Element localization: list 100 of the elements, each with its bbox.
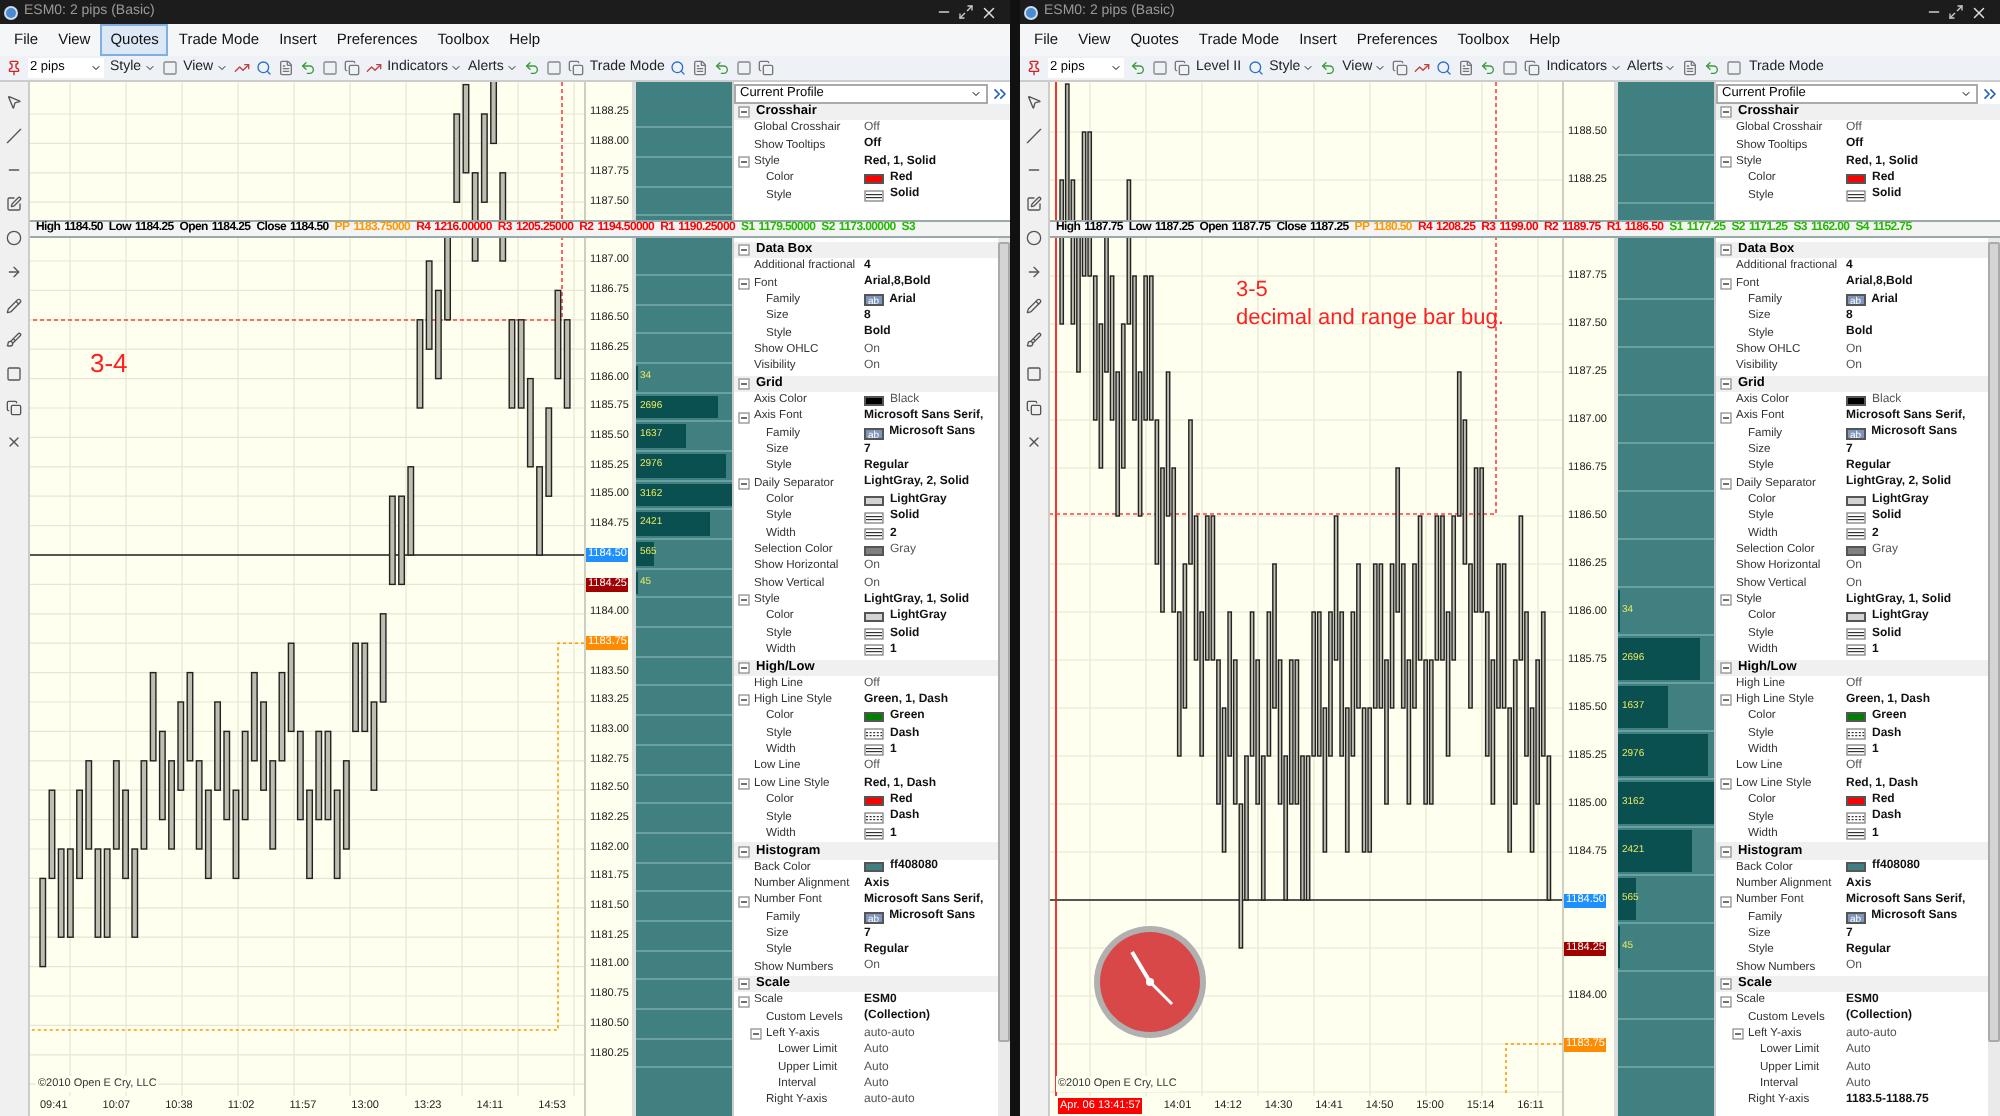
caret-icon [1302,62,1315,74]
document-icon[interactable] [1682,60,1699,76]
magnifier-icon[interactable] [1247,60,1264,76]
collapse-icon[interactable] [738,895,750,908]
line-style-icon [864,728,884,741]
close-icon[interactable] [6,434,22,450]
undo-icon[interactable] [299,60,316,76]
line-style-icon [1846,811,1866,824]
copy-icon[interactable] [1524,60,1541,76]
copy-icon[interactable] [343,60,360,76]
collapse-icon[interactable] [1720,594,1732,607]
caret-icon [1609,62,1622,74]
pointer-icon[interactable] [1026,94,1042,110]
collapse-icon[interactable] [750,1028,762,1041]
collapse-icon[interactable] [738,778,750,791]
magnifier-icon[interactable] [670,60,687,76]
ellipse-icon[interactable] [6,230,22,246]
copy-icon[interactable] [1392,60,1409,76]
rectangle-icon[interactable] [6,366,22,382]
copy-icon[interactable] [1026,400,1042,416]
chart-icon[interactable] [233,60,250,76]
collapse-icon[interactable] [1720,377,1732,390]
magnifier-icon[interactable] [1436,60,1453,76]
brush-icon[interactable] [1026,332,1042,348]
pin-icon[interactable] [1026,60,1042,76]
chart-icon[interactable] [365,60,382,76]
collapse-icon[interactable] [738,694,750,707]
undo-icon[interactable] [1130,60,1146,76]
collapse-icon[interactable] [1720,845,1732,858]
expand-panel-icon[interactable] [990,83,1010,103]
magnifier-icon[interactable] [255,60,272,76]
collapse-icon[interactable] [738,377,750,390]
scrollbar[interactable] [998,238,1010,1116]
caret-icon [1110,62,1122,74]
caret-icon [90,62,102,74]
pencil-icon[interactable] [1026,298,1042,314]
pointer-icon[interactable] [6,94,22,110]
collapse-icon[interactable] [1720,277,1732,290]
line-style-icon [1846,828,1866,841]
collapse-icon[interactable] [738,106,750,119]
document-icon[interactable] [277,60,294,76]
copy-icon[interactable] [1174,60,1190,76]
ellipse-icon[interactable] [1026,230,1042,246]
collapse-icon[interactable] [1720,244,1732,257]
collapse-icon[interactable] [1720,978,1732,991]
copy-icon[interactable] [758,60,775,76]
collapse-icon[interactable] [738,477,750,490]
collapse-icon[interactable] [738,845,750,858]
brush-icon[interactable] [6,332,22,348]
collapse-icon[interactable] [1720,477,1732,490]
collapse-icon[interactable] [1720,694,1732,707]
maximize-icon[interactable] [958,4,974,20]
note-icon[interactable] [1026,196,1042,212]
pin-icon[interactable] [6,60,22,76]
undo-icon[interactable] [1704,60,1721,76]
pencil-icon[interactable] [6,298,22,314]
collapse-icon[interactable] [738,594,750,607]
line-tool-icon[interactable] [1026,128,1042,144]
collapse-icon[interactable] [738,661,750,674]
session-line [1055,82,1057,220]
scrollbar[interactable] [1988,238,2000,1116]
maximize-icon[interactable] [1948,4,1964,20]
copy-icon[interactable] [6,400,22,416]
caret-icon [1664,62,1677,74]
line-style-icon [864,189,884,202]
copy-icon[interactable] [567,60,584,76]
collapse-icon[interactable] [738,244,750,257]
document-icon[interactable] [1458,60,1475,76]
undo-icon[interactable] [1320,60,1337,76]
collapse-icon[interactable] [738,978,750,991]
collapse-icon[interactable] [1720,995,1732,1008]
chart-note: 3-5 [1236,278,1270,306]
line-tool-icon[interactable] [6,128,22,144]
collapse-icon[interactable] [1720,895,1732,908]
undo-icon[interactable] [1480,60,1497,76]
line-style-icon [864,511,884,524]
collapse-icon[interactable] [1720,106,1732,119]
collapse-icon[interactable] [1720,156,1732,169]
caret-icon [505,62,518,74]
document-icon[interactable] [692,60,709,76]
close-icon[interactable] [1026,434,1042,450]
collapse-icon[interactable] [738,156,750,169]
line-style-icon [864,628,884,641]
collapse-icon[interactable] [1720,661,1732,674]
note-icon[interactable] [6,196,22,212]
chart-icon[interactable] [1414,60,1431,76]
collapse-icon[interactable] [1720,778,1732,791]
undo-icon[interactable] [523,60,540,76]
rectangle-icon[interactable] [1026,366,1042,382]
collapse-icon[interactable] [738,277,750,290]
line-style-icon [1846,644,1866,657]
arrow-icon[interactable] [1026,264,1042,280]
arrow-icon[interactable] [6,264,22,280]
collapse-icon[interactable] [1720,411,1732,424]
collapse-icon[interactable] [1732,1028,1744,1041]
expand-panel-icon[interactable] [1980,83,2000,103]
app-icon [4,5,18,19]
collapse-icon[interactable] [738,411,750,424]
undo-icon[interactable] [714,60,731,76]
collapse-icon[interactable] [738,995,750,1008]
